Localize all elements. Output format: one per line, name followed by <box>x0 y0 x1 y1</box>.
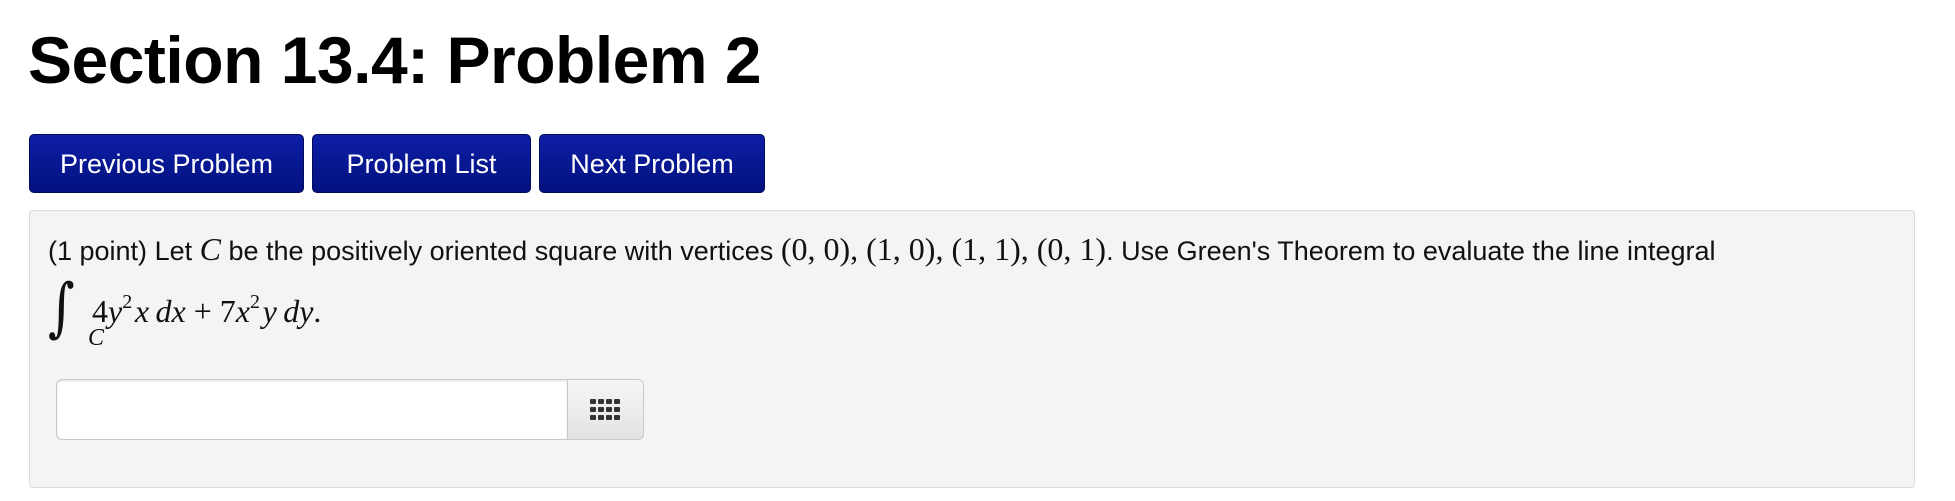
curve-variable: C <box>199 231 221 267</box>
problem-statement: (1 point) Let C be the positively orient… <box>48 229 1716 271</box>
page-title: Section 13.4: Problem 2 <box>28 23 762 97</box>
integrand: 4y2 x dx + 7x2 y dy. <box>92 291 322 329</box>
webwork-problem-page: Section 13.4: Problem 2 Previous Problem… <box>0 0 1955 501</box>
line-integral: ∫ C 4y2 x dx + 7x2 y dy. <box>48 271 448 363</box>
previous-problem-button[interactable]: Previous Problem <box>29 134 304 193</box>
answer-input[interactable] <box>56 379 567 440</box>
statement-square: be the positively oriented square with v… <box>228 236 774 266</box>
next-problem-button[interactable]: Next Problem <box>539 134 765 193</box>
keypad-grid-icon <box>590 398 621 420</box>
points-label: (1 point) <box>48 236 148 266</box>
answer-group <box>56 379 644 440</box>
equation-editor-button[interactable] <box>566 379 644 440</box>
vertices-list: (0, 0), (1, 0), (1, 1), (0, 1) <box>780 231 1107 267</box>
problem-panel: (1 point) Let C be the positively orient… <box>29 210 1915 488</box>
statement-use: . Use Green's Theorem to evaluate the li… <box>1106 236 1716 266</box>
problem-navigation: Previous Problem Problem List Next Probl… <box>29 134 765 193</box>
problem-list-button[interactable]: Problem List <box>312 134 531 193</box>
integral-sign: ∫ <box>48 271 75 345</box>
statement-let: Let <box>154 236 193 266</box>
